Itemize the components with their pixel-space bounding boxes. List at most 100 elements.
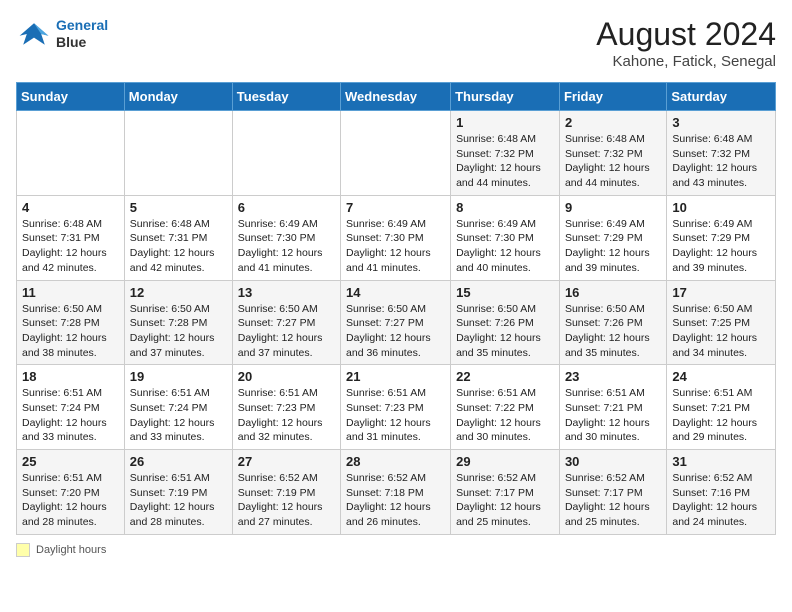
- logo-line2: Blue: [56, 34, 108, 51]
- day-info: Sunrise: 6:52 AM Sunset: 7:16 PM Dayligh…: [672, 471, 770, 530]
- day-number: 14: [346, 285, 445, 300]
- calendar-cell: 2 Sunrise: 6:48 AM Sunset: 7:32 PM Daylig…: [559, 111, 666, 196]
- day-info: Sunrise: 6:50 AM Sunset: 7:25 PM Dayligh…: [672, 302, 770, 361]
- day-number: 9: [565, 200, 661, 215]
- day-number: 20: [238, 369, 335, 384]
- day-info: Sunrise: 6:51 AM Sunset: 7:23 PM Dayligh…: [346, 386, 445, 445]
- daylight-legend-label: Daylight hours: [36, 544, 106, 556]
- day-number: 24: [672, 369, 770, 384]
- location-subtitle: Kahone, Fatick, Senegal: [596, 53, 776, 70]
- day-info: Sunrise: 6:51 AM Sunset: 7:21 PM Dayligh…: [565, 386, 661, 445]
- day-number: 13: [238, 285, 335, 300]
- calendar-cell: 31Sunrise: 6:52 AM Sunset: 7:16 PM Dayli…: [667, 450, 776, 535]
- day-number: 17: [672, 285, 770, 300]
- calendar-cell: 11Sunrise: 6:50 AM Sunset: 7:28 PM Dayli…: [17, 280, 125, 365]
- day-number: 6: [238, 200, 335, 215]
- page-header: General Blue August 2024 Kahone, Fatick,…: [16, 16, 776, 70]
- day-info: Sunrise: 6:51 AM Sunset: 7:19 PM Dayligh…: [130, 471, 227, 530]
- day-info: Sunrise: 6:49 AM Sunset: 7:30 PM Dayligh…: [238, 217, 335, 276]
- day-info: Sunrise: 6:51 AM Sunset: 7:24 PM Dayligh…: [130, 386, 227, 445]
- day-info: Sunrise: 6:49 AM Sunset: 7:30 PM Dayligh…: [456, 217, 554, 276]
- weekday-header-saturday: Saturday: [667, 83, 776, 111]
- day-info: Sunrise: 6:49 AM Sunset: 7:29 PM Dayligh…: [565, 217, 661, 276]
- weekday-header-sunday: Sunday: [17, 83, 125, 111]
- month-year-title: August 2024: [596, 16, 776, 53]
- calendar-cell: 3 Sunrise: 6:48 AM Sunset: 7:32 PM Daylig…: [667, 111, 776, 196]
- calendar-cell: 10Sunrise: 6:49 AM Sunset: 7:29 PM Dayli…: [667, 195, 776, 280]
- week-row-3: 11Sunrise: 6:50 AM Sunset: 7:28 PM Dayli…: [17, 280, 776, 365]
- day-info: Sunrise: 6:48 AM Sunset: 7:32 PM Dayligh…: [456, 132, 554, 191]
- day-number: 23: [565, 369, 661, 384]
- day-info: Sunrise: 6:50 AM Sunset: 7:26 PM Dayligh…: [565, 302, 661, 361]
- calendar-cell: 26 Sunrise: 6:51 AM Sunset: 7:19 PM Dayli…: [124, 450, 232, 535]
- calendar-cell: [341, 111, 451, 196]
- calendar-cell: [17, 111, 125, 196]
- weekday-header-row: SundayMondayTuesdayWednesdayThursdayFrid…: [17, 83, 776, 111]
- day-number: 26: [130, 454, 227, 469]
- day-number: 2: [565, 115, 661, 130]
- day-number: 4: [22, 200, 119, 215]
- logo-text: General Blue: [56, 17, 108, 51]
- calendar-cell: 23 Sunrise: 6:51 AM Sunset: 7:21 PM Dayli…: [559, 365, 666, 450]
- day-info: Sunrise: 6:50 AM Sunset: 7:26 PM Dayligh…: [456, 302, 554, 361]
- day-info: Sunrise: 6:50 AM Sunset: 7:27 PM Dayligh…: [346, 302, 445, 361]
- day-number: 27: [238, 454, 335, 469]
- day-info: Sunrise: 6:52 AM Sunset: 7:18 PM Dayligh…: [346, 471, 445, 530]
- day-info: Sunrise: 6:48 AM Sunset: 7:32 PM Dayligh…: [672, 132, 770, 191]
- week-row-2: 4 Sunrise: 6:48 AM Sunset: 7:31 PM Daylig…: [17, 195, 776, 280]
- calendar-cell: [232, 111, 340, 196]
- day-number: 15: [456, 285, 554, 300]
- calendar-cell: 28 Sunrise: 6:52 AM Sunset: 7:18 PM Dayli…: [341, 450, 451, 535]
- day-info: Sunrise: 6:49 AM Sunset: 7:30 PM Dayligh…: [346, 217, 445, 276]
- calendar-cell: 29Sunrise: 6:52 AM Sunset: 7:17 PM Dayli…: [451, 450, 560, 535]
- weekday-header-thursday: Thursday: [451, 83, 560, 111]
- calendar-cell: 13 Sunrise: 6:50 AM Sunset: 7:27 PM Dayli…: [232, 280, 340, 365]
- calendar-cell: 30 Sunrise: 6:52 AM Sunset: 7:17 PM Dayli…: [559, 450, 666, 535]
- day-number: 5: [130, 200, 227, 215]
- week-row-1: 1 Sunrise: 6:48 AM Sunset: 7:32 PM Daylig…: [17, 111, 776, 196]
- day-number: 18: [22, 369, 119, 384]
- calendar-footer: Daylight hours: [16, 543, 776, 557]
- calendar-cell: 6 Sunrise: 6:49 AM Sunset: 7:30 PM Daylig…: [232, 195, 340, 280]
- calendar-cell: 5Sunrise: 6:48 AM Sunset: 7:31 PM Daylig…: [124, 195, 232, 280]
- day-info: Sunrise: 6:51 AM Sunset: 7:22 PM Dayligh…: [456, 386, 554, 445]
- day-number: 22: [456, 369, 554, 384]
- day-info: Sunrise: 6:51 AM Sunset: 7:20 PM Dayligh…: [22, 471, 119, 530]
- day-number: 12: [130, 285, 227, 300]
- week-row-5: 25 Sunrise: 6:51 AM Sunset: 7:20 PM Dayli…: [17, 450, 776, 535]
- day-info: Sunrise: 6:52 AM Sunset: 7:17 PM Dayligh…: [456, 471, 554, 530]
- calendar-cell: [124, 111, 232, 196]
- calendar-cell: 19 Sunrise: 6:51 AM Sunset: 7:24 PM Dayli…: [124, 365, 232, 450]
- day-number: 25: [22, 454, 119, 469]
- weekday-header-friday: Friday: [559, 83, 666, 111]
- day-number: 3: [672, 115, 770, 130]
- weekday-header-wednesday: Wednesday: [341, 83, 451, 111]
- day-info: Sunrise: 6:50 AM Sunset: 7:28 PM Dayligh…: [130, 302, 227, 361]
- day-number: 10: [672, 200, 770, 215]
- day-info: Sunrise: 6:48 AM Sunset: 7:32 PM Dayligh…: [565, 132, 661, 191]
- day-number: 28: [346, 454, 445, 469]
- day-number: 1: [456, 115, 554, 130]
- logo-line1: General: [56, 17, 108, 33]
- day-info: Sunrise: 6:50 AM Sunset: 7:27 PM Dayligh…: [238, 302, 335, 361]
- day-info: Sunrise: 6:52 AM Sunset: 7:17 PM Dayligh…: [565, 471, 661, 530]
- day-number: 8: [456, 200, 554, 215]
- calendar-cell: 17 Sunrise: 6:50 AM Sunset: 7:25 PM Dayli…: [667, 280, 776, 365]
- logo-icon: [16, 16, 52, 52]
- day-info: Sunrise: 6:48 AM Sunset: 7:31 PM Dayligh…: [22, 217, 119, 276]
- day-number: 16: [565, 285, 661, 300]
- title-block: August 2024 Kahone, Fatick, Senegal: [596, 16, 776, 70]
- daylight-legend-box: [16, 543, 30, 557]
- calendar-cell: 21Sunrise: 6:51 AM Sunset: 7:23 PM Dayli…: [341, 365, 451, 450]
- calendar-cell: 9 Sunrise: 6:49 AM Sunset: 7:29 PM Daylig…: [559, 195, 666, 280]
- day-info: Sunrise: 6:51 AM Sunset: 7:24 PM Dayligh…: [22, 386, 119, 445]
- calendar-cell: 14 Sunrise: 6:50 AM Sunset: 7:27 PM Dayli…: [341, 280, 451, 365]
- weekday-header-tuesday: Tuesday: [232, 83, 340, 111]
- day-info: Sunrise: 6:50 AM Sunset: 7:28 PM Dayligh…: [22, 302, 119, 361]
- calendar-cell: 27Sunrise: 6:52 AM Sunset: 7:19 PM Dayli…: [232, 450, 340, 535]
- day-number: 19: [130, 369, 227, 384]
- calendar-cell: 1 Sunrise: 6:48 AM Sunset: 7:32 PM Daylig…: [451, 111, 560, 196]
- day-number: 30: [565, 454, 661, 469]
- calendar-cell: 20Sunrise: 6:51 AM Sunset: 7:23 PM Dayli…: [232, 365, 340, 450]
- calendar-cell: 24Sunrise: 6:51 AM Sunset: 7:21 PM Dayli…: [667, 365, 776, 450]
